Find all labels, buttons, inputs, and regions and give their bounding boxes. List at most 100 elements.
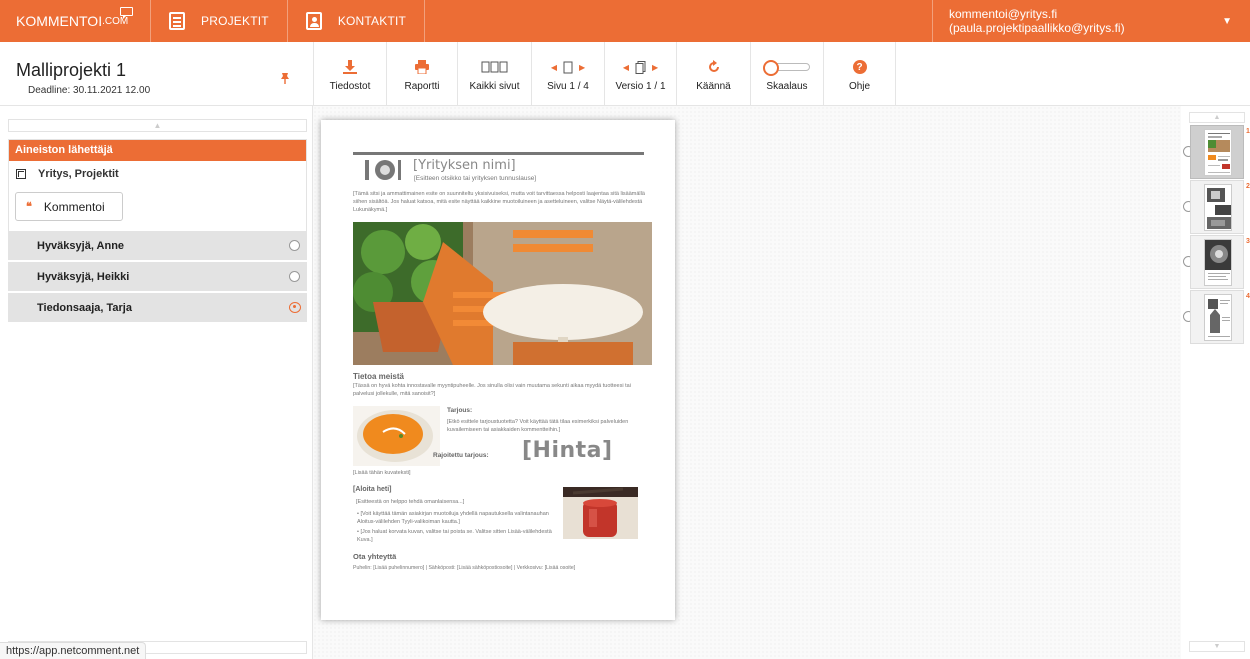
logo-text: KOMMENTOI: [16, 13, 103, 29]
participant-name: Hyväksyjä, Anne: [37, 239, 125, 252]
prev-page-icon[interactable]: ◀: [551, 63, 557, 72]
start-text: [Esitteestä on helppo tehdä omanlaisensa…: [356, 499, 465, 505]
thumbs-scroll-down[interactable]: ▼: [1189, 641, 1245, 652]
thumbnail-frame[interactable]: 2: [1190, 180, 1250, 234]
cafe-photo: [353, 222, 652, 365]
page-icon: [563, 61, 573, 73]
thumbnail-number: 1: [1246, 128, 1250, 135]
expand-icon[interactable]: [16, 168, 26, 179]
pages-icon: [481, 59, 509, 75]
download-icon: [342, 59, 358, 75]
thumbnail-number: 2: [1246, 183, 1250, 190]
version-icon: [635, 60, 646, 74]
company-tagline: [Esitteen otsikko tai yrityksen tunnusla…: [414, 175, 537, 182]
next-page-icon[interactable]: ▶: [579, 63, 585, 72]
bullet-item: • [Voit käyttää tämän asiakirjan muotoil…: [357, 511, 549, 525]
rotate-icon: [707, 59, 721, 75]
document-page[interactable]: [Yrityksen nimi] [Esitteen otsikko tai y…: [321, 120, 675, 620]
comment-button[interactable]: ❝ Kommentoi: [15, 192, 123, 221]
help-icon: ?: [852, 60, 867, 74]
thumbnail-page: [1204, 184, 1232, 231]
status-url: https://app.netcomment.net: [0, 642, 147, 659]
intro-text: [Tämä sitsi ja ammattimainen esite on su…: [353, 191, 645, 213]
page-navigator: ◀ ▶ Sivu 1 / 4: [532, 42, 605, 105]
zoom-slider[interactable]: [763, 59, 810, 76]
company-name: [Yrityksen nimi]: [413, 158, 516, 173]
all-pages-label: Kaikki sivut: [469, 81, 520, 92]
project-header: Malliprojekti 1 Deadline: 30.11.2021 12.…: [0, 42, 1250, 106]
speech-bubble-icon: [120, 7, 133, 19]
participants-panel: ▲ Aineiston lähettäjä Yritys, Projektit …: [0, 106, 313, 659]
next-version-icon[interactable]: ▶: [652, 63, 658, 72]
header-rule: [353, 152, 644, 155]
participant-row[interactable]: Hyväksyjä, Anne: [8, 231, 307, 260]
account-label: kommentoi@yritys.fi (paula.projektipaall…: [949, 7, 1125, 35]
sender-name: Yritys, Projektit: [38, 167, 119, 180]
files-label: Tiedostot: [329, 81, 371, 92]
document-icon: [169, 12, 185, 30]
page-label: Sivu 1 / 4: [547, 81, 589, 92]
version-label: Versio 1 / 1: [615, 81, 666, 92]
deadline-text: Deadline: 30.11.2021 12.00: [28, 85, 151, 96]
all-pages-button[interactable]: Kaikki sivut: [458, 42, 532, 105]
pin-icon[interactable]: [279, 72, 291, 87]
logo[interactable]: KOMMENTOI .COM: [0, 0, 151, 42]
nav-projects[interactable]: PROJEKTIT: [151, 0, 288, 42]
thumbnail-item[interactable]: 3: [1181, 235, 1250, 289]
participant-row[interactable]: Tiedonsaaja, Tarja: [8, 293, 307, 322]
comment-button-label: Kommentoi: [43, 199, 105, 214]
page-title: Malliprojekti 1: [16, 60, 127, 80]
nav-contacts-label: KONTAKTIT: [337, 14, 407, 28]
zoom-label: Skaalaus: [766, 81, 808, 92]
help-button[interactable]: ? Ohje: [824, 42, 896, 105]
zoom-control[interactable]: Skaalaus: [751, 42, 824, 105]
thumbnail-item[interactable]: 4: [1181, 290, 1250, 344]
account-menu[interactable]: kommentoi@yritys.fi (paula.projektipaall…: [932, 0, 1250, 42]
fork-plate-icon: [365, 160, 401, 182]
thumbnail-number: 3: [1246, 238, 1250, 245]
thumbnail-page: [1204, 129, 1232, 176]
sender-header: Aineiston lähettäjä: [9, 140, 306, 161]
participant-row[interactable]: Hyväksyjä, Heikki: [8, 262, 307, 291]
bullet-item: • [Jos haluat korvata kuvan, valitse tai…: [357, 529, 552, 543]
about-heading: Tietoa meistä: [353, 372, 404, 381]
thumbnail-frame[interactable]: 3: [1190, 235, 1250, 289]
eye-icon[interactable]: [289, 302, 301, 313]
scroll-up-button[interactable]: ▲: [8, 119, 307, 132]
chevron-down-icon: ▼: [1222, 15, 1232, 27]
nav-contacts[interactable]: KONTAKTIT: [288, 0, 426, 42]
prev-version-icon[interactable]: ◀: [623, 63, 629, 72]
bullet-text: [Jos haluat korvata kuvan, valitse tai p…: [357, 529, 552, 543]
files-button[interactable]: Tiedostot: [314, 42, 387, 105]
bullet-text: [Voit käyttää tämän asiakirjan muotoiluj…: [357, 511, 549, 525]
thumbnail-frame[interactable]: 4: [1190, 290, 1250, 344]
jam-jar-photo: [563, 487, 638, 539]
help-label: Ohje: [848, 81, 871, 92]
offer-heading: Tarjous:: [447, 407, 473, 414]
about-text: [Tässä on hyvä kohta innostavalle myynti…: [353, 383, 631, 397]
version-navigator: ◀ ▶ Versio 1 / 1: [605, 42, 677, 105]
printer-icon: [414, 59, 430, 75]
status-radio[interactable]: [289, 271, 300, 282]
rotate-button[interactable]: Käännä: [677, 42, 751, 105]
soup-photo: [353, 406, 440, 466]
status-radio[interactable]: [289, 240, 300, 251]
thumbnail-item[interactable]: 2: [1181, 180, 1250, 234]
report-label: Raportti: [404, 81, 440, 92]
page-thumbnails: ▲ 1 2 3 4 ▼: [1181, 106, 1250, 659]
thumbnail-frame[interactable]: 1: [1190, 125, 1250, 179]
participant-name: Tiedonsaaja, Tarja: [37, 301, 132, 314]
report-button[interactable]: Raportti: [387, 42, 458, 105]
document-viewer[interactable]: [Yrityksen nimi] [Esitteen otsikko tai y…: [313, 106, 1181, 659]
thumbnail-item[interactable]: 1: [1181, 125, 1250, 179]
sender-card: Aineiston lähettäjä Yritys, Projektit ❝ …: [8, 139, 307, 232]
quote-icon: ❝: [26, 201, 32, 213]
contact-text: Puhelin: [Lisää puhelinnumero] | Sähköpo…: [353, 565, 576, 571]
thumbs-scroll-up[interactable]: ▲: [1189, 112, 1245, 123]
nav-projects-label: PROJEKTIT: [201, 14, 269, 28]
contact-heading: Ota yhteyttä: [353, 552, 397, 561]
participant-name: Hyväksyjä, Heikki: [37, 270, 130, 283]
thumbnail-page: [1204, 294, 1232, 341]
sender-row: Yritys, Projektit: [9, 161, 306, 186]
price-text: [Hinta]: [522, 438, 613, 463]
